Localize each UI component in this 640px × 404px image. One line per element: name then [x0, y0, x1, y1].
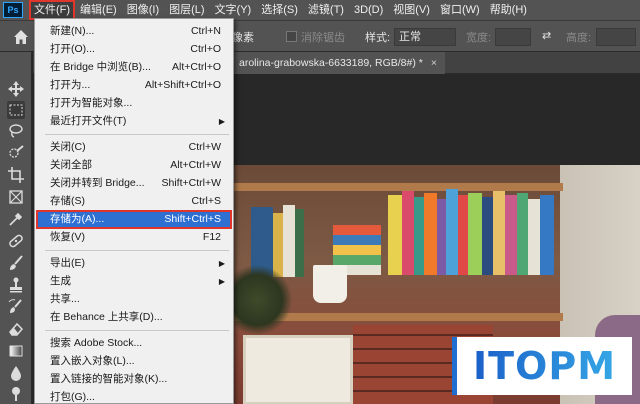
history-brush-icon[interactable] [7, 298, 25, 316]
menu-item-share[interactable]: 共享... [37, 291, 231, 308]
menu-separator [45, 330, 229, 331]
menu-bar: Ps 文件(F) 编辑(E) 图像(I) 图层(L) 文字(Y) 选择(S) 滤… [0, 0, 640, 20]
frame-tool-icon[interactable] [7, 188, 25, 206]
height-label: 高度: [566, 32, 592, 44]
photo-book [333, 245, 381, 255]
photo-book [540, 195, 554, 275]
menu-layer[interactable]: 图层(L) [164, 0, 209, 20]
menu-item-save-as[interactable]: 存储为(A)... Shift+Ctrl+S [36, 210, 232, 229]
photo-plant [233, 265, 293, 335]
photoshop-logo[interactable]: Ps [3, 2, 23, 18]
style-select[interactable]: 正常 [394, 28, 456, 46]
menu-item-export[interactable]: 导出(E) ▶ [37, 255, 231, 272]
style-select-value: 正常 [399, 31, 421, 43]
menu-view[interactable]: 视图(V) [388, 0, 435, 20]
photo-book [333, 235, 381, 245]
quick-select-icon[interactable] [7, 144, 25, 162]
healing-brush-icon[interactable] [7, 232, 25, 250]
menu-item-revert[interactable]: 恢复(V) F12 [37, 229, 231, 246]
photo-book [414, 197, 424, 275]
width-label: 宽度: [466, 32, 492, 44]
photo-book [517, 193, 528, 275]
menu-separator [45, 250, 229, 251]
menu-select[interactable]: 选择(S) [256, 0, 303, 20]
file-menu-dropdown: 新建(N)... Ctrl+N 打开(O)... Ctrl+O 在 Bridge 中… [34, 18, 234, 404]
menu-item-search-stock[interactable]: 搜索 Adobe Stock... [37, 335, 231, 352]
photo-book [493, 191, 505, 275]
menu-item-save[interactable]: 存储(S) Ctrl+S [37, 193, 231, 210]
photo-book [458, 195, 468, 275]
photo-book [446, 189, 458, 275]
gradient-icon[interactable] [7, 342, 25, 360]
menu-item-package[interactable]: 打包(G)... [37, 389, 231, 404]
menu-item-place-linked[interactable]: 置入链接的智能对象(K)... [37, 371, 231, 388]
menu-item-open[interactable]: 打开(O)... Ctrl+O [37, 41, 231, 58]
width-input[interactable] [495, 28, 531, 46]
close-tab-icon[interactable]: × [431, 57, 437, 69]
menu-filter[interactable]: 滤镜(T) [303, 0, 349, 20]
antialias-label: 消除锯齿 [301, 32, 345, 44]
document-tab[interactable]: arolina-grabowska-6633189, RGB/8#) * × [231, 52, 445, 74]
menu-3d[interactable]: 3D(D) [349, 0, 388, 20]
menu-item-recent-files[interactable]: 最近打开文件(T) ▶ [37, 113, 231, 130]
unit-label: 像素 [232, 32, 254, 44]
dodge-icon[interactable] [7, 384, 25, 402]
watermark-text: ITOPM [472, 344, 617, 388]
menu-item-close-all[interactable]: 关闭全部 Alt+Ctrl+W [37, 157, 231, 174]
brush-tool-icon[interactable] [7, 254, 25, 272]
height-input[interactable] [596, 28, 636, 46]
menu-item-share-behance[interactable]: 在 Behance 上共享(D)... [37, 309, 231, 326]
menu-edit[interactable]: 编辑(E) [75, 0, 122, 20]
photo-book [505, 195, 517, 275]
menu-item-generate[interactable]: 生成 ▶ [37, 273, 231, 290]
menu-item-close[interactable]: 关闭(C) Ctrl+W [37, 139, 231, 156]
menu-window[interactable]: 窗口(W) [435, 0, 485, 20]
photo-book [388, 195, 402, 275]
photo-book [333, 225, 381, 235]
crop-tool-icon[interactable] [7, 166, 25, 184]
swap-icon[interactable]: ⇄ [542, 29, 551, 42]
photo-book [528, 199, 540, 275]
eraser-icon[interactable] [7, 320, 25, 338]
tools-panel [0, 52, 32, 404]
photo-book [482, 197, 493, 275]
move-tool-icon[interactable] [7, 80, 25, 98]
photo-book [333, 255, 381, 265]
marquee-tool-icon[interactable] [7, 101, 25, 119]
antialias-checkbox[interactable] [286, 31, 297, 42]
photo-book [424, 193, 437, 275]
lasso-tool-icon[interactable] [7, 122, 25, 140]
menu-separator [45, 134, 229, 135]
blur-icon[interactable] [7, 364, 25, 382]
submenu-arrow-icon: ▶ [218, 259, 225, 268]
menu-item-close-go-bridge[interactable]: 关闭并转到 Bridge... Shift+Ctrl+W [37, 175, 231, 192]
photo-frame [243, 335, 353, 404]
menu-item-open-as[interactable]: 打开为... Alt+Shift+Ctrl+O [37, 77, 231, 94]
menu-help[interactable]: 帮助(H) [485, 0, 532, 20]
home-icon[interactable] [13, 29, 29, 45]
photo-shelf-top [233, 183, 563, 191]
menu-image[interactable]: 图像(I) [122, 0, 164, 20]
photo-book [295, 209, 304, 277]
menu-file[interactable]: 文件(F) [29, 0, 76, 20]
photo-mug [313, 265, 347, 303]
eyedropper-icon[interactable] [7, 210, 25, 228]
menu-type[interactable]: 文字(Y) [210, 0, 257, 20]
photo-book [468, 193, 482, 275]
clone-stamp-icon[interactable] [7, 276, 25, 294]
menu-item-open-smart-object[interactable]: 打开为智能对象... [37, 95, 231, 112]
menu-item-new[interactable]: 新建(N)... Ctrl+N [37, 23, 231, 40]
document-tab-title: arolina-grabowska-6633189, RGB/8#) * [239, 57, 423, 69]
watermark-logo: ITOPM [452, 337, 632, 395]
submenu-arrow-icon: ▶ [218, 117, 225, 126]
menu-item-place-embedded[interactable]: 置入嵌入对象(L)... [37, 353, 231, 370]
menu-item-browse-bridge[interactable]: 在 Bridge 中浏览(B)... Alt+Ctrl+O [37, 59, 231, 76]
style-label: 样式: [365, 32, 391, 44]
photo-book [402, 191, 414, 275]
submenu-arrow-icon: ▶ [218, 277, 225, 286]
photo-book [437, 199, 446, 275]
